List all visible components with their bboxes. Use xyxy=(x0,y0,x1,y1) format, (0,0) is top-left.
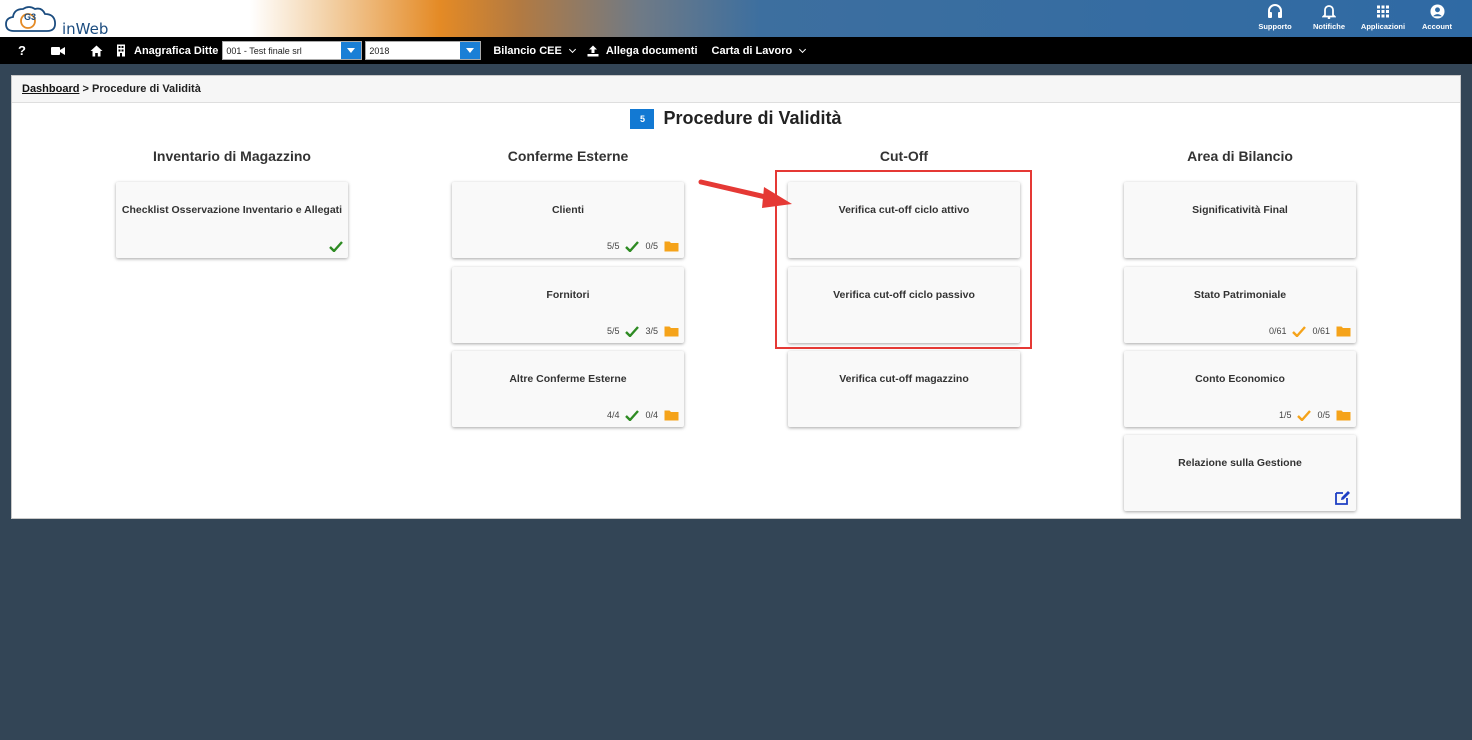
column-title: Inventario di Magazzino xyxy=(153,148,311,164)
documents-count: 0/4 xyxy=(645,410,658,420)
annotation-arrow-icon xyxy=(698,179,792,208)
column-conferme-esterne: Conferme Esterne Clienti 5/5 0/5 Fornito… xyxy=(452,148,684,427)
home-button[interactable] xyxy=(82,37,110,64)
check-icon xyxy=(329,241,343,252)
caret-down-icon xyxy=(347,48,356,53)
procedure-card[interactable]: Clienti 5/5 0/5 xyxy=(452,182,684,258)
card-title: Relazione sulla Gestione xyxy=(1178,457,1302,469)
folder-icon[interactable] xyxy=(664,240,679,252)
support-label: Supporto xyxy=(1258,22,1292,31)
chevron-down-icon xyxy=(568,45,576,53)
allega-documenti-button[interactable]: Allega documenti xyxy=(587,45,698,57)
procedure-card[interactable]: Fornitori 5/5 3/5 xyxy=(452,267,684,343)
home-icon xyxy=(90,45,102,56)
completed-count: 5/5 xyxy=(606,326,620,336)
top-banner: G3 inWeb Supporto Notifiche Applicazioni xyxy=(0,0,1472,38)
card-title: Conto Economico xyxy=(1195,373,1285,385)
documents-count: 3/5 xyxy=(645,326,658,336)
logo-text: inWeb xyxy=(62,20,109,38)
main-panel: Dashboard > Procedure di Validità 5 Proc… xyxy=(11,75,1461,519)
check-icon xyxy=(625,240,640,252)
column-inventario: Inventario di Magazzino Checklist Osserv… xyxy=(116,148,348,258)
building-icon xyxy=(117,44,125,57)
company-select-value: 001 - Test finale srl xyxy=(226,46,302,56)
procedure-card[interactable]: Verifica cut-off magazzino xyxy=(788,351,1020,427)
help-button[interactable]: ? xyxy=(8,37,36,64)
year-select-value: 2018 xyxy=(369,46,390,56)
folder-icon[interactable] xyxy=(664,325,679,337)
company-select-arrow[interactable] xyxy=(341,42,362,59)
year-select[interactable]: 2018 xyxy=(365,41,482,60)
page-title-row: 5 Procedure di Validità xyxy=(12,104,1460,129)
account-label: Account xyxy=(1422,22,1452,31)
card-title: Altre Conferme Esterne xyxy=(509,373,627,385)
app-logo[interactable]: G3 inWeb xyxy=(4,3,114,38)
company-select[interactable]: 001 - Test finale srl xyxy=(222,41,363,60)
carta-di-lavoro-label: Carta di Lavoro xyxy=(711,44,793,57)
top-actions: Supporto Notifiche Applicazioni Account xyxy=(1248,2,1464,36)
documents-count: 0/61 xyxy=(1312,326,1330,336)
allega-documenti-label: Allega documenti xyxy=(605,44,698,57)
applications-label: Applicazioni xyxy=(1360,22,1406,31)
check-icon xyxy=(1292,325,1307,337)
card-title: Fornitori xyxy=(546,289,590,301)
bilancio-cee-label: Bilancio CEE xyxy=(493,44,562,57)
procedure-card[interactable]: Relazione sulla Gestione xyxy=(1124,435,1356,511)
breadcrumb: Dashboard > Procedure di Validità xyxy=(12,76,1460,103)
bilancio-cee-menu[interactable]: Bilancio CEE xyxy=(493,45,576,57)
notifications-button[interactable]: Notifiche xyxy=(1302,2,1356,36)
column-title: Conferme Esterne xyxy=(507,148,629,164)
page-title: Procedure di Validità xyxy=(663,108,842,128)
user-icon xyxy=(1429,4,1445,19)
video-button[interactable] xyxy=(44,37,72,64)
caret-down-icon xyxy=(466,48,475,53)
account-button[interactable]: Account xyxy=(1410,2,1464,36)
completed-count: 0/61 xyxy=(1268,326,1287,336)
check-icon xyxy=(1297,409,1312,421)
video-camera-icon xyxy=(51,46,65,55)
documents-count: 0/5 xyxy=(1317,410,1330,420)
completed-count: 1/5 xyxy=(1278,410,1292,420)
edit-icon[interactable] xyxy=(1335,490,1351,505)
procedure-card[interactable]: Significatività Final xyxy=(1124,182,1356,258)
column-title: Area di Bilancio xyxy=(1187,148,1293,164)
card-title: Verifica cut-off magazzino xyxy=(839,373,969,385)
procedure-card[interactable]: Altre Conferme Esterne 4/4 0/4 xyxy=(452,351,684,427)
procedure-card[interactable]: Checklist Osservazione Inventario e Alle… xyxy=(116,182,348,258)
anagrafica-ditte-label: Anagrafica Ditte xyxy=(134,44,219,57)
column-area-di-bilancio: Area di Bilancio Significatività Final S… xyxy=(1124,148,1356,511)
check-icon xyxy=(625,325,640,337)
breadcrumb-dashboard-link[interactable]: Dashboard xyxy=(22,83,79,95)
main-toolbar: ? Anagrafica Ditte 001 - Test finale srl… xyxy=(0,37,1472,64)
card-title: Checklist Osservazione Inventario e Alle… xyxy=(121,204,343,216)
carta-di-lavoro-menu[interactable]: Carta di Lavoro xyxy=(712,45,808,57)
year-select-arrow[interactable] xyxy=(460,42,481,59)
applications-button[interactable]: Applicazioni xyxy=(1356,2,1410,36)
upload-icon xyxy=(587,45,599,56)
logo-mark: G3 xyxy=(24,12,37,22)
documents-count: 0/5 xyxy=(645,241,658,251)
grid-icon xyxy=(1377,5,1389,18)
anagrafica-ditte-menu[interactable]: Anagrafica Ditte xyxy=(116,44,218,57)
card-title: Stato Patrimoniale xyxy=(1193,289,1287,301)
breadcrumb-separator: > xyxy=(79,83,93,95)
support-button[interactable]: Supporto xyxy=(1248,2,1302,36)
procedure-card[interactable]: Stato Patrimoniale 0/61 0/61 xyxy=(1124,267,1356,343)
completed-count: 5/5 xyxy=(606,241,620,251)
chevron-down-icon xyxy=(799,45,807,53)
highlight-box xyxy=(775,170,1032,349)
check-icon xyxy=(625,409,640,421)
folder-icon[interactable] xyxy=(1336,325,1351,337)
completed-count: 4/4 xyxy=(606,410,620,420)
card-title: Significatività Final xyxy=(1192,204,1288,216)
notifications-label: Notifiche xyxy=(1312,22,1346,31)
breadcrumb-current: Procedure di Validità xyxy=(92,83,201,95)
procedure-card[interactable]: Conto Economico 1/5 0/5 xyxy=(1124,351,1356,427)
bell-icon xyxy=(1322,5,1336,19)
headset-icon xyxy=(1268,4,1282,18)
folder-icon[interactable] xyxy=(664,409,679,421)
folder-icon[interactable] xyxy=(1336,409,1351,421)
procedure-count-badge: 5 xyxy=(630,108,655,129)
card-title: Clienti xyxy=(551,204,585,216)
